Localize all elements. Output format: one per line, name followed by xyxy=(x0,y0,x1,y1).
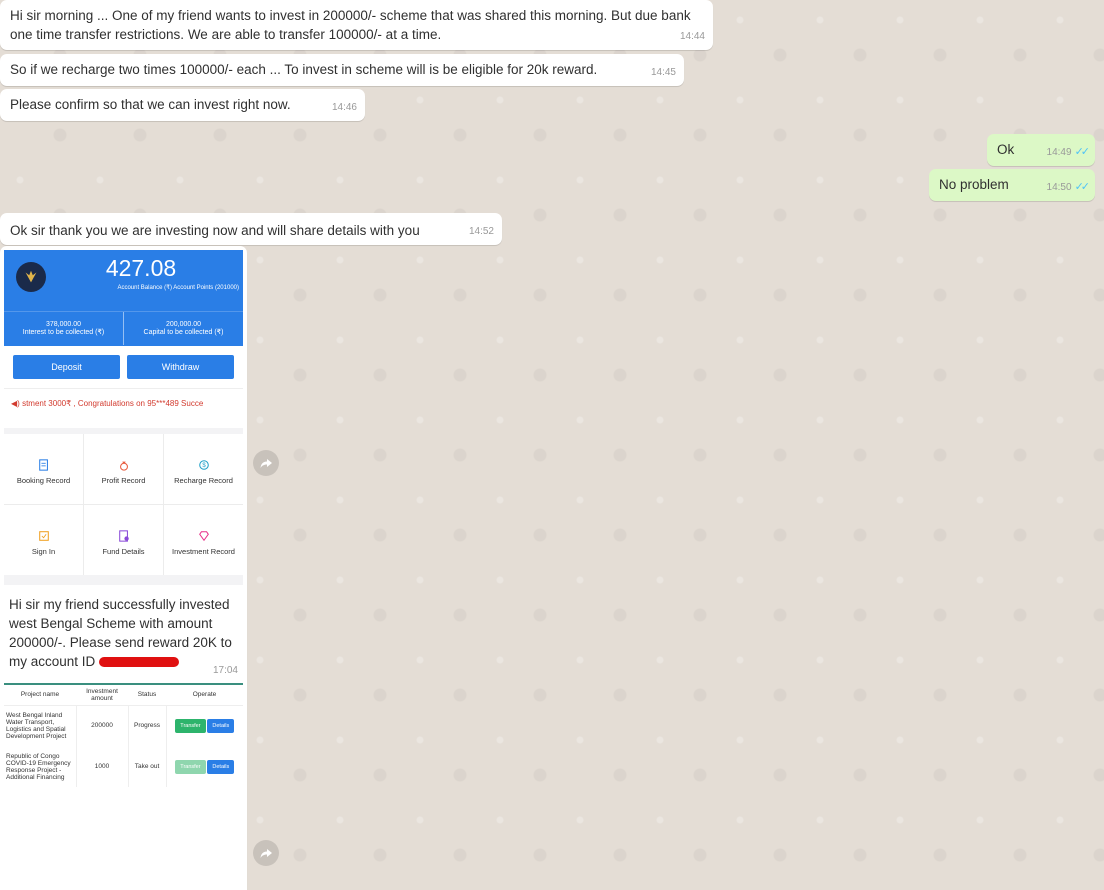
status: Progress xyxy=(127,705,166,746)
read-ticks-icon: ✓✓ xyxy=(1074,146,1091,158)
col-header: Investment amount xyxy=(76,685,128,706)
menu-label: Profit Record xyxy=(101,475,146,485)
message-text: Ok xyxy=(997,142,1015,157)
capital-label: Capital to be collected (₹) xyxy=(143,329,224,336)
menu-grid: Booking Record Profit Record $ Recharge … xyxy=(4,434,243,575)
account-header: 427.08 Account Balance (₹) Account Point… xyxy=(4,250,243,346)
redaction-scribble xyxy=(99,657,180,668)
read-ticks-icon: ✓✓ xyxy=(1074,181,1091,193)
capital-stat: 200,000.00 Capital to be collected (₹) xyxy=(123,312,243,345)
investment-record-item[interactable]: Investment Record xyxy=(164,505,243,575)
time-text: 14:49 xyxy=(1046,147,1072,158)
time-text: 14:50 xyxy=(1046,182,1072,193)
operate-cell: Transfer Details xyxy=(165,746,243,787)
forward-arrow-icon xyxy=(260,459,272,468)
account-balance: 427.08 xyxy=(105,255,177,281)
col-header: Status xyxy=(128,685,166,706)
announcement-marquee: ◀) stment 3000₹ , Congratulations on 95*… xyxy=(4,388,243,428)
investment-app-screenshot[interactable]: 427.08 Account Balance (₹) Account Point… xyxy=(4,250,243,585)
message-time: 14:49 ✓✓ xyxy=(1046,143,1091,162)
interest-label: Interest to be collected (₹) xyxy=(22,329,105,336)
fund-details-icon xyxy=(117,529,131,543)
menu-label: Booking Record xyxy=(16,475,71,485)
status: Take out xyxy=(127,746,166,787)
amount: 1000 xyxy=(75,746,128,787)
profit-record-item[interactable]: Profit Record xyxy=(84,434,163,504)
money-bag-icon xyxy=(117,458,131,472)
message-text: Hi sir morning ... One of my friend want… xyxy=(10,8,691,42)
outgoing-message[interactable]: No problem 14:50 ✓✓ xyxy=(929,169,1095,201)
menu-label: Recharge Record xyxy=(174,475,233,485)
message-time: 14:46 xyxy=(331,102,357,113)
message-time: 14:50 ✓✓ xyxy=(1046,178,1091,197)
forward-button[interactable] xyxy=(253,840,279,866)
project-name: Republic of Congo COVID-19 Emergency Res… xyxy=(6,752,71,781)
table-row: West Bengal Inland Water Transport, Logi… xyxy=(4,705,243,746)
message-text: Ok sir thank you we are investing now an… xyxy=(10,223,420,238)
details-button[interactable]: Details xyxy=(207,718,235,733)
recharge-icon: $ xyxy=(197,458,211,472)
message-time: 14:44 xyxy=(679,31,705,42)
deposit-button[interactable]: Deposit xyxy=(13,355,120,379)
col-header: Project name xyxy=(4,685,76,706)
outgoing-message[interactable]: Ok 14:49 ✓✓ xyxy=(987,134,1095,166)
forward-button[interactable] xyxy=(253,450,279,476)
recharge-record-item[interactable]: $ Recharge Record xyxy=(164,434,243,504)
investment-table: Project name Investment amount Status Op… xyxy=(4,685,243,787)
image-caption: Hi sir my friend successfully invested w… xyxy=(4,585,243,676)
balance-caption: Account Balance (₹) Account Points (2010… xyxy=(117,285,239,291)
message-time: 17:04 xyxy=(212,665,238,676)
project-name: West Bengal Inland Water Transport, Logi… xyxy=(6,711,67,740)
interest-stat: 378,000.00 Interest to be collected (₹) xyxy=(4,312,123,345)
amount: 200000 xyxy=(75,705,128,746)
incoming-message[interactable]: Hi sir morning ... One of my friend want… xyxy=(0,0,713,50)
incoming-message[interactable]: Ok sir thank you we are investing now an… xyxy=(0,213,502,245)
message-text: No problem xyxy=(939,177,1009,192)
forward-arrow-icon xyxy=(260,849,272,858)
booking-record-icon xyxy=(37,458,51,472)
investment-table-screenshot[interactable]: Project name Investment amount Status Op… xyxy=(4,683,243,788)
sign-in-item[interactable]: Sign In xyxy=(4,505,83,575)
message-time: 14:45 xyxy=(650,67,676,78)
menu-label: Sign In xyxy=(31,546,56,556)
transfer-button[interactable]: Transfer xyxy=(175,718,206,733)
menu-label: Investment Record xyxy=(172,546,235,556)
transfer-button[interactable]: Transfer xyxy=(175,759,206,774)
marquee-text: stment 3000₹ , Congratulations on 95***4… xyxy=(22,399,204,408)
diamond-icon xyxy=(197,529,211,543)
incoming-message[interactable]: So if we recharge two times 100000/- eac… xyxy=(0,54,684,86)
speaker-icon: ◀) xyxy=(11,399,20,408)
col-header: Operate xyxy=(166,685,243,706)
message-text: Please confirm so that we can invest rig… xyxy=(10,97,291,112)
menu-label: Fund Details xyxy=(102,546,145,556)
message-text: So if we recharge two times 100000/- eac… xyxy=(10,62,598,77)
sign-in-icon xyxy=(37,529,51,543)
booking-record-item[interactable]: Booking Record xyxy=(4,434,83,504)
withdraw-button[interactable]: Withdraw xyxy=(127,355,234,379)
svg-text:$: $ xyxy=(202,463,206,469)
table-row: Republic of Congo COVID-19 Emergency Res… xyxy=(4,746,243,787)
capital-value: 200,000.00 xyxy=(165,321,202,328)
fund-details-item[interactable]: Fund Details xyxy=(84,505,163,575)
operate-cell: Transfer Details xyxy=(165,705,243,746)
interest-value: 378,000.00 xyxy=(45,321,82,328)
details-button[interactable]: Details xyxy=(207,759,235,774)
incoming-message[interactable]: Please confirm so that we can invest rig… xyxy=(0,89,365,121)
message-time: 14:52 xyxy=(468,226,494,237)
